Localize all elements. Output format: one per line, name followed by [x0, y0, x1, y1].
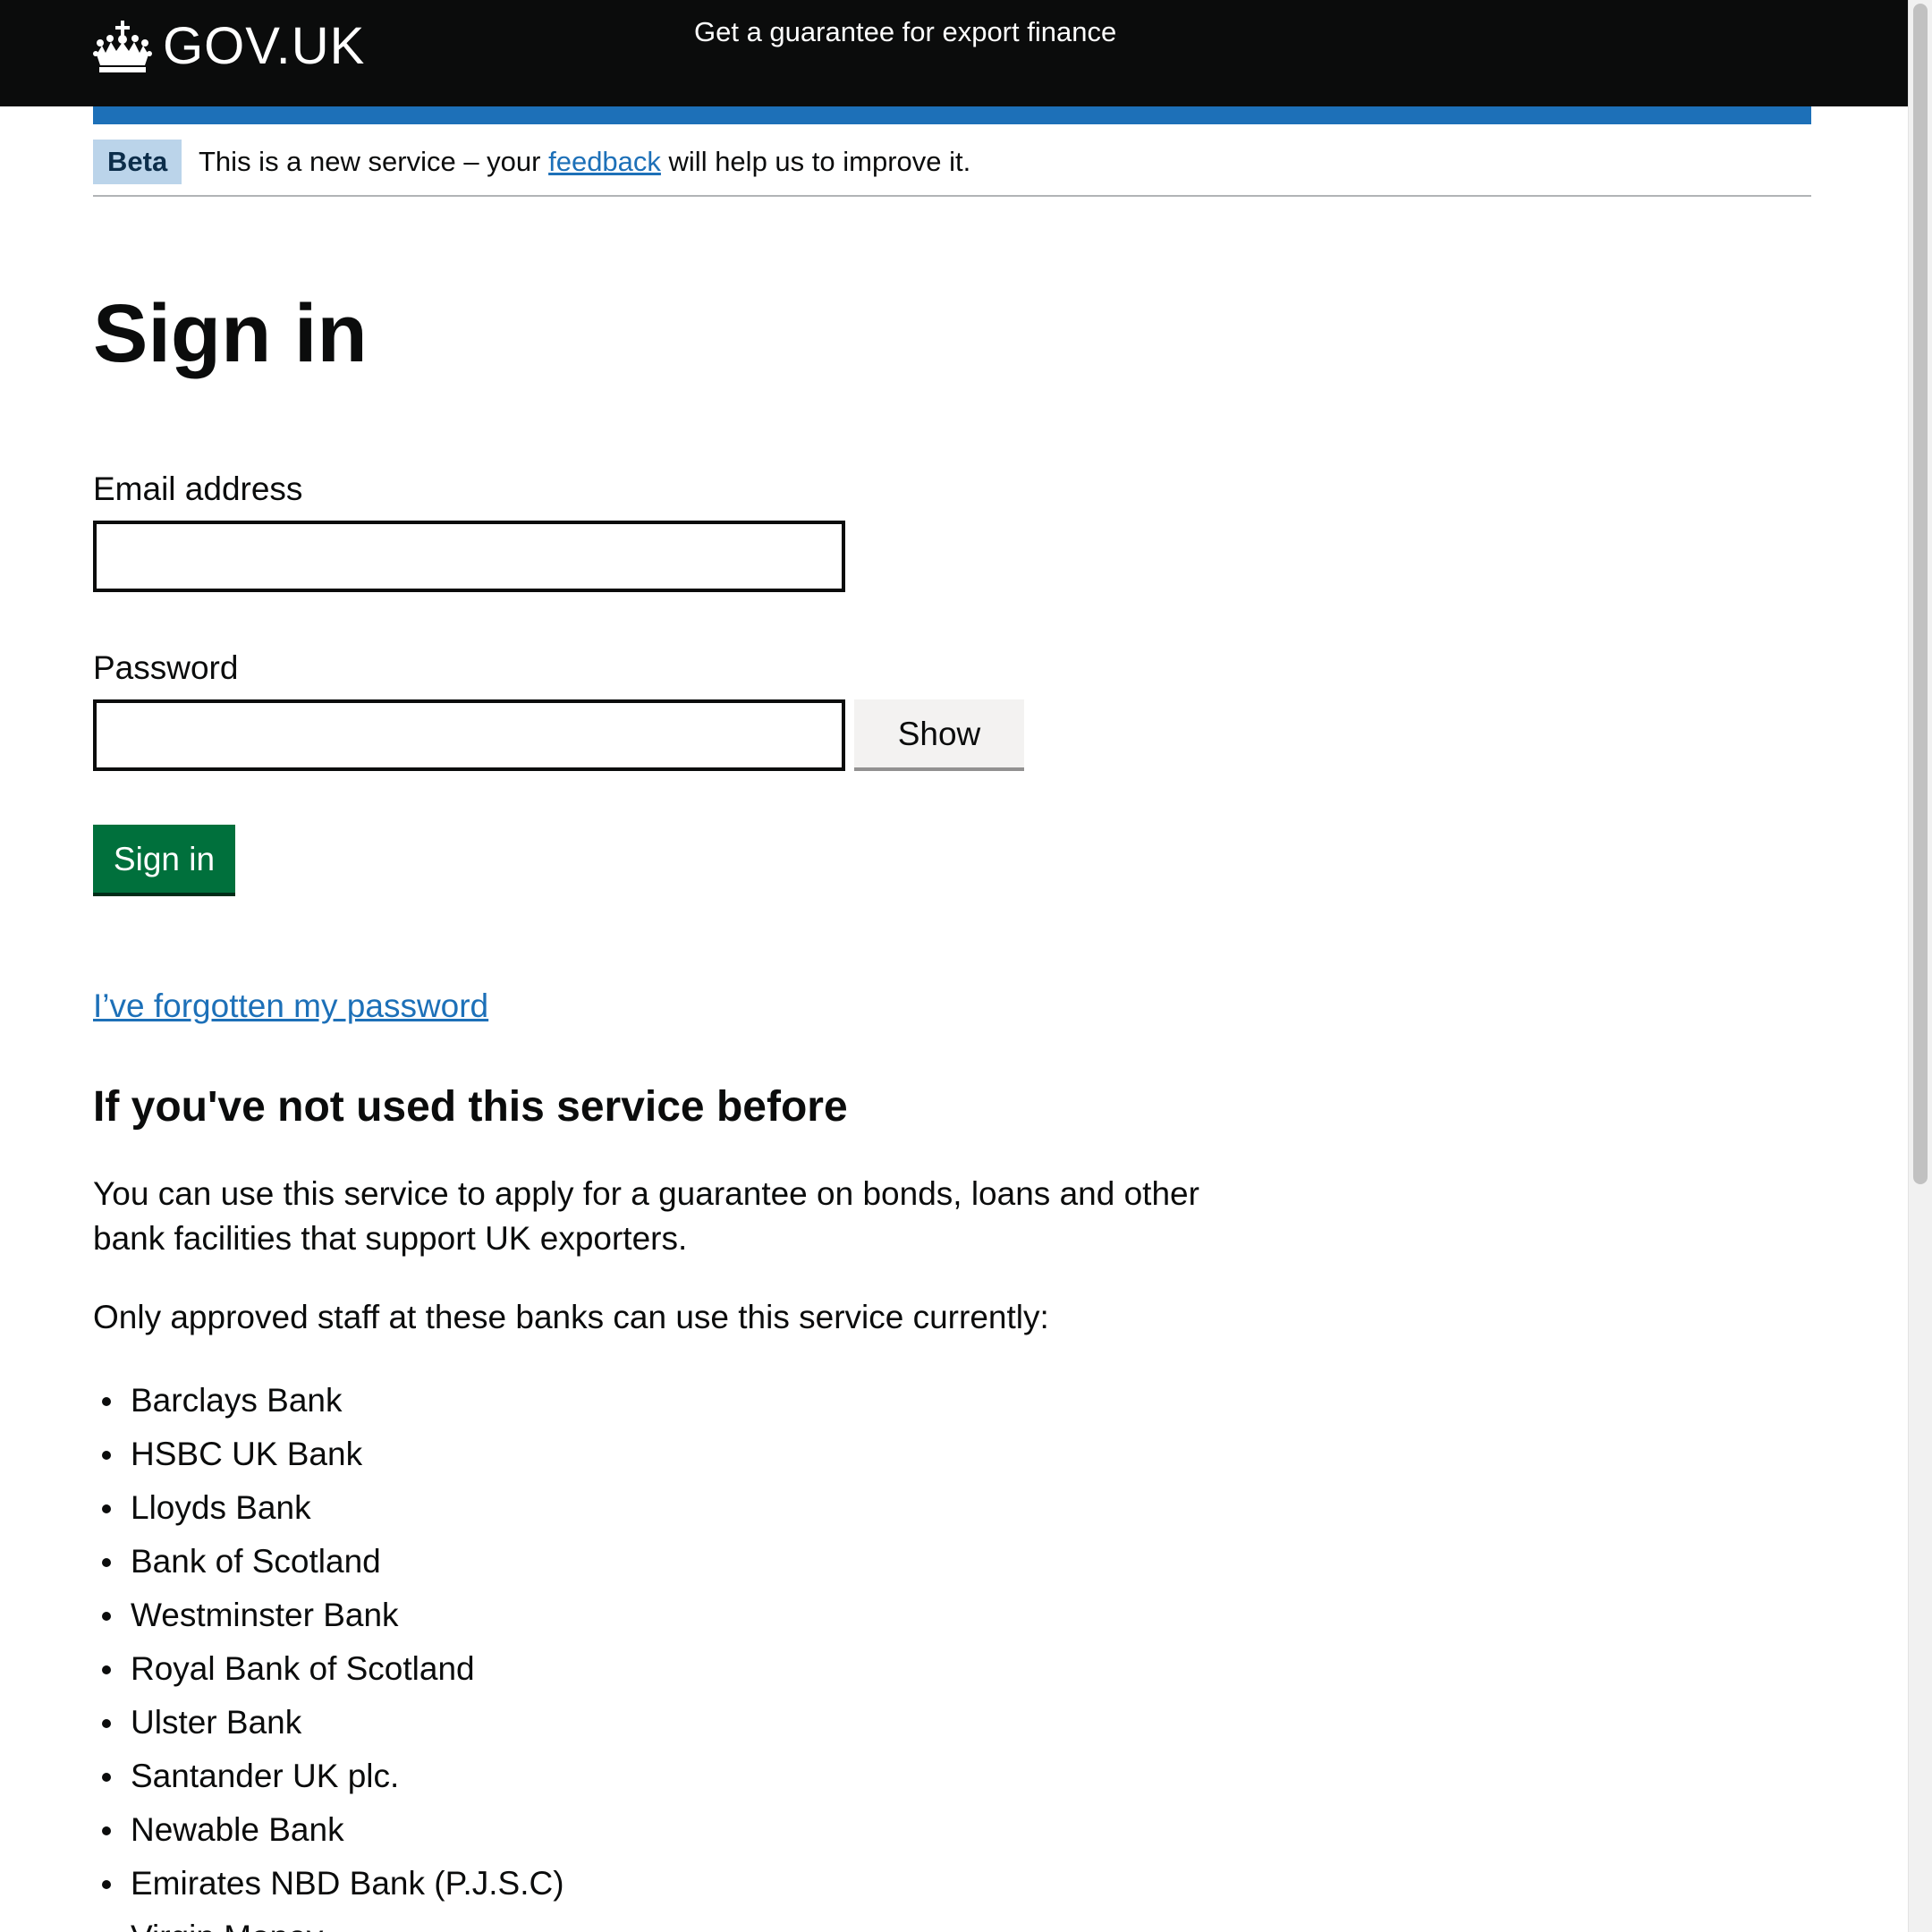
crown-icon — [93, 21, 152, 72]
phase-banner-text: This is a new service – your feedback wi… — [199, 140, 970, 184]
list-item: Ulster Bank — [93, 1696, 564, 1750]
header-blue-bar — [93, 106, 1811, 124]
list-item: HSBC UK Bank — [93, 1428, 564, 1481]
beta-tag: Beta — [93, 140, 182, 184]
password-field[interactable] — [93, 699, 845, 771]
phase-text-after: will help us to improve it. — [660, 146, 971, 177]
bank-list: Barclays Bank HSBC UK Bank Lloyds Bank B… — [93, 1374, 564, 1932]
banks-intro-paragraph: Only approved staff at these banks can u… — [93, 1299, 1049, 1335]
intro-paragraph: You can use this service to apply for a … — [93, 1175, 1199, 1257]
site-header: GOV.UK Get a guarantee for export financ… — [0, 0, 1908, 106]
list-item: Emirates NBD Bank (P.J.S.C) — [93, 1857, 564, 1911]
list-item: Bank of Scotland — [93, 1535, 564, 1589]
phase-text-before: This is a new service – your — [199, 146, 549, 177]
vertical-scrollbar[interactable] — [1908, 0, 1932, 1932]
govuk-logo-link[interactable]: GOV.UK — [93, 11, 365, 82]
list-item: Virgin Money — [93, 1911, 564, 1932]
list-item: Westminster Bank — [93, 1589, 564, 1642]
new-user-heading: If you've not used this service before — [93, 1083, 848, 1131]
list-item: Barclays Bank — [93, 1374, 564, 1428]
show-password-button[interactable]: Show — [854, 699, 1024, 771]
feedback-link[interactable]: feedback — [548, 146, 661, 177]
page-title: Sign in — [93, 288, 368, 379]
page: GOV.UK Get a guarantee for export financ… — [0, 0, 1932, 1932]
sign-in-button[interactable]: Sign in — [93, 825, 235, 896]
list-item: Royal Bank of Scotland — [93, 1642, 564, 1696]
list-item: Newable Bank — [93, 1803, 564, 1857]
list-item: Lloyds Bank — [93, 1481, 564, 1535]
phase-banner: Beta This is a new service – your feedba… — [93, 124, 1811, 197]
password-label: Password — [93, 649, 239, 686]
email-label: Email address — [93, 470, 303, 507]
govuk-logotype: GOV.UK — [163, 17, 366, 75]
list-item: Santander UK plc. — [93, 1750, 564, 1803]
scrollbar-thumb[interactable] — [1913, 4, 1928, 1184]
forgot-password-link[interactable]: I’ve forgotten my password — [93, 981, 488, 1031]
service-name-link[interactable]: Get a guarantee for export finance — [694, 14, 1116, 50]
email-field[interactable] — [93, 521, 845, 592]
